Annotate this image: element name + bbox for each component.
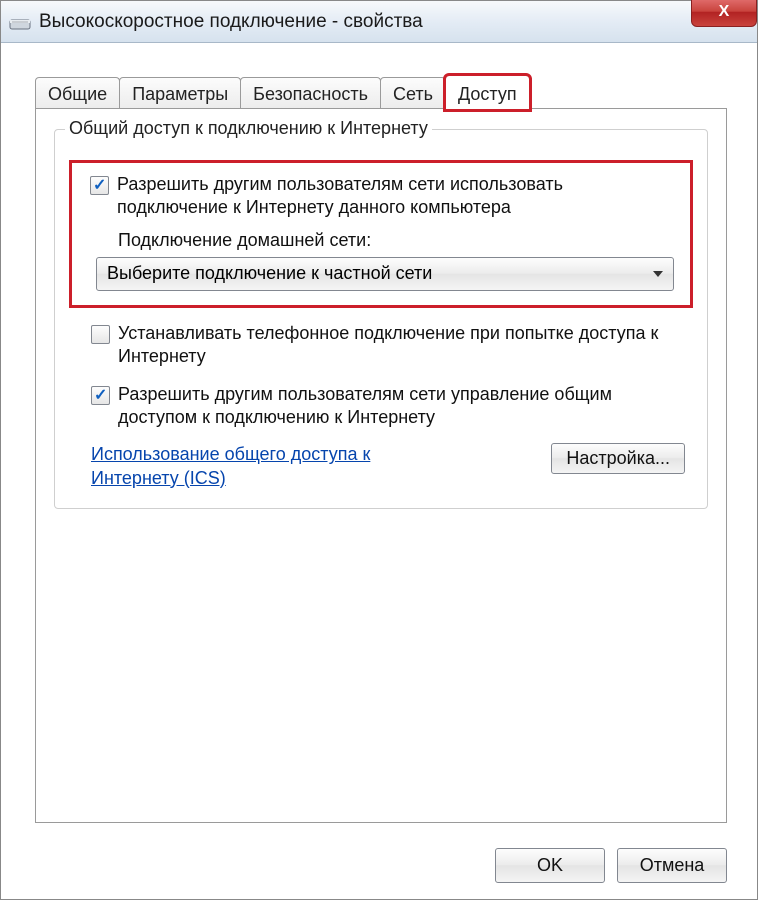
checkbox-dial-on-demand-row: Устанавливать телефонное подключение при… [91,322,693,369]
checkbox-allow-control-row: Разрешить другим пользователям сети упра… [91,383,693,430]
highlight-allow-sharing: Разрешить другим пользователям сети испо… [69,160,693,308]
checkbox-dial-on-demand-label: Устанавливать телефонное подключение при… [118,322,693,369]
titlebar[interactable]: Высокоскоростное подключение - свойства … [1,1,757,43]
checkbox-dial-on-demand[interactable] [91,325,110,344]
close-icon: X [719,3,730,21]
combo-text: Выберите подключение к частной сети [107,263,432,284]
dialog-footer: OK Отмена [495,848,727,883]
tab-general[interactable]: Общие [35,77,120,109]
tab-parameters[interactable]: Параметры [119,77,241,109]
tab-security[interactable]: Безопасность [240,77,381,109]
tab-network[interactable]: Сеть [380,77,446,109]
ok-button[interactable]: OK [495,848,605,883]
checkbox-allow-sharing[interactable] [90,176,109,195]
tab-strip: Общие Параметры Безопасность Сеть Доступ [35,75,727,109]
tab-panel-access: Общий доступ к подключению к Интернету Р… [35,108,727,823]
modem-icon [9,14,31,30]
home-network-label: Подключение домашней сети: [118,230,678,251]
groupbox-label: Общий доступ к подключению к Интернету [65,118,432,139]
settings-button[interactable]: Настройка... [551,443,685,474]
link-settings-row: Использование общего доступа к Интернету… [91,443,685,490]
checkbox-allow-control-label: Разрешить другим пользователям сети упра… [118,383,693,430]
client-area: Общие Параметры Безопасность Сеть Доступ… [1,43,757,899]
cancel-button[interactable]: Отмена [617,848,727,883]
chevron-down-icon [653,271,663,277]
checkbox-allow-sharing-row: Разрешить другим пользователям сети испо… [90,173,678,220]
checkbox-allow-sharing-label: Разрешить другим пользователям сети испо… [117,173,678,220]
window-title: Высокоскоростное подключение - свойства [39,11,423,33]
ics-help-link[interactable]: Использование общего доступа к Интернету… [91,443,421,490]
properties-dialog: Высокоскоростное подключение - свойства … [0,0,758,900]
close-button[interactable]: X [691,0,757,27]
checkbox-allow-control[interactable] [91,386,110,405]
tab-access[interactable]: Доступ [445,75,530,110]
ics-groupbox: Общий доступ к подключению к Интернету Р… [54,129,708,509]
home-network-combo[interactable]: Выберите подключение к частной сети [96,257,674,291]
